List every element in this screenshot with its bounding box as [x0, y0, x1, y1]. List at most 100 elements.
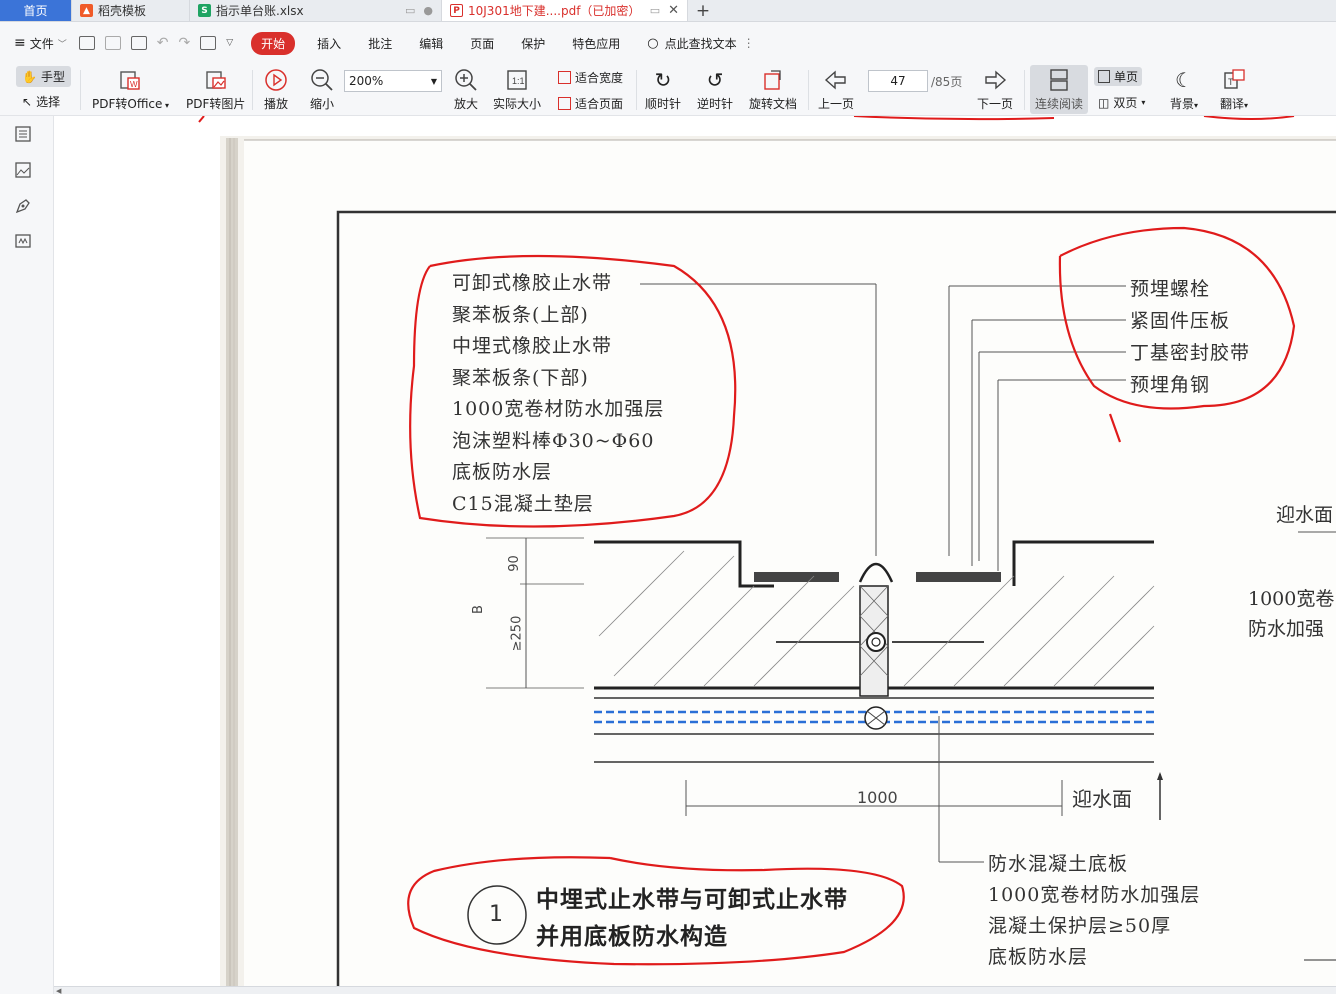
annotation-icon[interactable] — [15, 198, 31, 214]
more-icon[interactable]: ▽ — [226, 38, 233, 48]
arrow-left-icon — [824, 68, 848, 92]
fit-width-button[interactable]: 适合宽度 — [558, 69, 623, 86]
more-vertical-icon[interactable]: ⋮ — [743, 36, 755, 50]
search-label: 点此查找文本 — [664, 36, 737, 51]
rotate-document-icon — [761, 68, 785, 92]
outline-icon[interactable] — [15, 126, 31, 142]
background-label: 背景 — [1170, 97, 1195, 111]
side-label: 迎水面 — [1276, 504, 1334, 526]
rotate-clockwise-button[interactable]: ↻ 顺时针 — [645, 68, 681, 112]
right-labels: 预埋螺栓 紧固件压板 丁基密封胶带 预埋角钢 — [1130, 273, 1250, 401]
svg-text:1:1: 1:1 — [512, 76, 525, 86]
spreadsheet-icon: S — [198, 4, 211, 17]
menu-protect[interactable]: 保护 — [521, 35, 545, 52]
select-tool-button[interactable]: ↖ 选择 — [22, 93, 60, 110]
divider — [80, 70, 81, 110]
save-icon[interactable] — [104, 36, 121, 50]
menu-insert[interactable]: 插入 — [317, 35, 341, 52]
menu-annotate[interactable]: 批注 — [368, 35, 392, 52]
double-page-icon: ◫ — [1098, 95, 1110, 110]
single-page-label: 单页 — [1114, 70, 1139, 84]
tab-docer-templates[interactable]: ▲ 稻壳模板 — [72, 0, 190, 21]
divider — [1024, 70, 1025, 110]
pdf-to-image-icon — [204, 68, 228, 92]
chevron-down-icon: ▼ — [430, 76, 437, 86]
dropdown-arrow-icon: ▾ — [162, 101, 169, 110]
menu-start[interactable]: 开始 — [251, 31, 296, 55]
tab-bar: 首页 ▲ 稻壳模板 S 指示单台账.xlsx ▭ ● P 10J301地下建...… — [0, 0, 1336, 22]
open-folder-icon[interactable] — [78, 36, 95, 50]
label: 预埋螺栓 — [1130, 278, 1211, 300]
page-number-input[interactable]: 47 — [868, 70, 928, 92]
monitor-icon[interactable]: ▭ — [650, 4, 660, 17]
divider — [252, 70, 253, 110]
menu-edit[interactable]: 编辑 — [419, 35, 443, 52]
page-total: /85页 — [931, 75, 963, 89]
dimension-90: 90 — [506, 555, 522, 572]
menu-bar: ≡ 文件 ﹀ ↶ ↷ ▽ 开始 插入 批注 编辑 页面 保护 特色应用 ○ 点此… — [0, 22, 1336, 64]
tab-label: 稻壳模板 — [98, 4, 147, 18]
label: 丁基密封胶带 — [1130, 342, 1251, 364]
file-menu[interactable]: ≡ 文件 ﹀ — [14, 35, 67, 52]
fit-page-label: 适合页面 — [575, 97, 624, 111]
thumbnail-icon[interactable] — [15, 162, 31, 178]
single-page-button[interactable]: 单页 — [1094, 67, 1143, 86]
new-tab-button[interactable]: + — [688, 0, 718, 21]
rotate-doc-label: 旋转文档 — [749, 97, 798, 111]
zoom-select[interactable]: 200% ▼ — [344, 70, 442, 92]
previous-page-button[interactable]: 上一页 — [818, 68, 854, 112]
label: 泡沫塑料棒Φ30~Φ60 — [452, 429, 655, 452]
divider — [808, 70, 809, 110]
rotate-counterclockwise-button[interactable]: ↺ 逆时针 — [697, 68, 733, 112]
monitor-icon[interactable]: ▭ — [405, 4, 415, 17]
play-button[interactable]: 播放 — [264, 68, 288, 112]
tab-home-label: 首页 — [23, 4, 48, 18]
label: 预埋角钢 — [1130, 374, 1211, 396]
label: 防水混凝土底板 — [988, 853, 1129, 875]
previous-page-label: 上一页 — [818, 97, 855, 111]
file-menu-label: 文件 — [29, 36, 54, 51]
translate-label: 翻译 — [1220, 97, 1245, 111]
translate-button[interactable]: T 翻译▾ — [1220, 68, 1248, 112]
horizontal-scrollbar[interactable]: ◀ — [54, 986, 1336, 995]
signature-icon[interactable] — [15, 234, 31, 250]
pdf-to-office-label: PDF转Office — [92, 97, 163, 111]
label: 混凝土保护层≥50厚 — [988, 915, 1172, 937]
document-viewer[interactable]: 可卸式橡胶止水带 聚苯板条(上部) 中埋式橡胶止水带 聚苯板条(下部) 1000… — [54, 116, 1336, 986]
sign-icon[interactable] — [200, 36, 217, 50]
menu-page[interactable]: 页面 — [470, 35, 494, 52]
left-sidebar — [0, 116, 54, 994]
left-labels: 可卸式橡胶止水带 聚苯板条(上部) 中埋式橡胶止水带 聚苯板条(下部) 1000… — [452, 268, 664, 520]
zoom-out-button[interactable]: 缩小 — [310, 68, 334, 112]
tab-spreadsheet[interactable]: S 指示单台账.xlsx ▭ ● — [190, 0, 442, 21]
detail-caption: 中埋式止水带与可卸式止水带 并用底板防水构造 — [536, 882, 848, 956]
caption-line: 中埋式止水带与可卸式止水带 — [536, 887, 848, 913]
pdf-to-image-button[interactable]: PDF转图片 — [186, 68, 245, 112]
next-page-button[interactable]: 下一页 — [977, 68, 1013, 112]
continuous-reading-button[interactable]: 连续阅读 — [1030, 65, 1088, 114]
fit-page-button[interactable]: 适合页面 — [558, 95, 623, 112]
bottom-labels: 防水混凝土底板 1000宽卷材防水加强层 混凝土保护层≥50厚 底板防水层 — [988, 849, 1200, 973]
actual-size-button[interactable]: 1:1 实际大小 — [493, 68, 541, 112]
tab-pdf[interactable]: P 10J301地下建....pdf（已加密） ▭ ✕ — [442, 0, 688, 21]
redo-icon[interactable]: ↷ — [179, 35, 191, 51]
pdf-to-office-button[interactable]: W PDF转Office ▾ — [92, 68, 169, 112]
tab-home[interactable]: 首页 — [0, 0, 72, 21]
hand-icon: ✋ — [22, 69, 37, 84]
search-text[interactable]: ○ 点此查找文本 ⋮ — [647, 35, 754, 52]
undo-icon[interactable]: ↶ — [157, 35, 169, 51]
close-icon[interactable]: ✕ — [668, 3, 679, 18]
menu-features[interactable]: 特色应用 — [572, 35, 620, 52]
page-current: 47 — [890, 74, 906, 88]
print-icon[interactable] — [130, 36, 147, 50]
pdf-icon: P — [450, 4, 463, 17]
rotate-document-button[interactable]: 旋转文档 — [749, 68, 797, 112]
hand-tool-button[interactable]: ✋ 手型 — [16, 66, 71, 87]
background-button[interactable]: ☾ 背景▾ — [1170, 68, 1198, 112]
ribbon-toolbar: ✋ 手型 ↖ 选择 W PDF转Office ▾ PDF转图片 播放 缩小 200%… — [0, 64, 1336, 116]
zoom-in-button[interactable]: 放大 — [454, 68, 478, 112]
hamburger-icon: ≡ — [14, 35, 26, 51]
rotate-clockwise-icon: ↻ — [654, 68, 672, 92]
dimension-1000: 1000 — [857, 788, 898, 807]
double-page-button[interactable]: ◫ 双页 ▾ — [1098, 94, 1145, 111]
